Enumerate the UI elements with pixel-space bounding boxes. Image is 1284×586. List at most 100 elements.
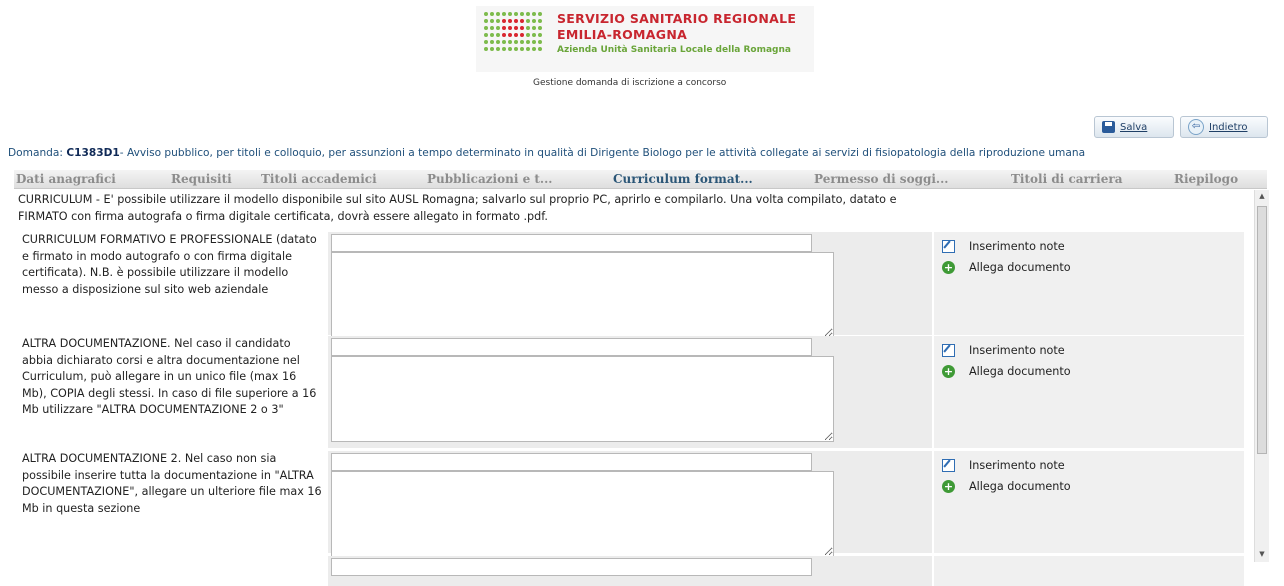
tab-titoli-accademici[interactable]: Titoli accademici (261, 170, 377, 188)
logo-dot (514, 33, 518, 37)
insert-note-label: Inserimento note (969, 344, 1065, 357)
plus-icon: + (942, 480, 955, 493)
attach-document-link[interactable]: + Allega documento (942, 480, 1071, 493)
form-content: CURRICULUM - E' possibile utilizzare il … (14, 190, 1252, 586)
section-filename-input[interactable] (331, 453, 812, 471)
edit-note-icon (942, 240, 955, 253)
logo-dot (514, 19, 518, 23)
logo-dot (520, 19, 524, 23)
tab-bar: Dati anagrafici Requisiti Titoli accadem… (14, 170, 1267, 189)
section-label: ALTRA DOCUMENTAZIONE. Nel caso il candid… (22, 337, 317, 416)
ausl-logo: SERVIZIO SANITARIO REGIONALE EMILIA-ROMA… (476, 6, 814, 72)
logo-dot (496, 33, 500, 37)
logo-dot (526, 47, 530, 51)
section-fields (328, 451, 932, 557)
section-label: ALTRA DOCUMENTAZIONE 2. Nel caso non sia… (22, 452, 322, 515)
save-button-label: Salva (1120, 121, 1148, 133)
logo-dot (484, 26, 488, 30)
back-button[interactable]: ⇦ Indietro (1180, 116, 1268, 138)
scroll-down-arrow-icon[interactable]: ▼ (1257, 550, 1267, 560)
logo-dot (532, 33, 536, 37)
logo-dot (496, 26, 500, 30)
logo-dot (526, 12, 530, 16)
logo-dot (520, 47, 524, 51)
curriculum-intro: CURRICULUM - E' possibile utilizzare il … (18, 193, 897, 223)
insert-note-label: Inserimento note (969, 459, 1065, 472)
section-actions: Inserimento note + Allega documento (934, 336, 1244, 448)
logo-dot (526, 19, 530, 23)
section-notes-textarea[interactable] (331, 471, 834, 557)
domanda-description: - Avviso pubblico, per titoli e colloqui… (119, 147, 1086, 159)
logo-dot (538, 26, 542, 30)
logo-dot (526, 40, 530, 44)
tab-riepilogo[interactable]: Riepilogo (1174, 170, 1238, 188)
logo-dot (514, 47, 518, 51)
logo-dot (490, 12, 494, 16)
logo-dot (532, 40, 536, 44)
section-fields (328, 232, 932, 338)
save-button[interactable]: Salva (1094, 116, 1174, 138)
logo-dot (484, 33, 488, 37)
scroll-up-arrow-icon[interactable]: ▲ (1257, 192, 1267, 202)
logo-dot (520, 40, 524, 44)
logo-dot (526, 26, 530, 30)
logo-dot (520, 26, 524, 30)
logo-dot (520, 33, 524, 37)
logo-dot (538, 47, 542, 51)
logo-dot (514, 40, 518, 44)
tab-titoli-di-carriera[interactable]: Titoli di carriera (1011, 170, 1122, 188)
logo-dot (532, 12, 536, 16)
logo-dot (538, 40, 542, 44)
attach-document-label: Allega documento (969, 480, 1071, 493)
insert-note-link[interactable]: Inserimento note (942, 459, 1065, 472)
insert-note-link[interactable]: Inserimento note (942, 240, 1065, 253)
tab-pubblicazioni[interactable]: Pubblicazioni e t... (427, 170, 552, 188)
attach-document-link[interactable]: + Allega documento (942, 261, 1071, 274)
logo-dot (514, 26, 518, 30)
tab-requisiti[interactable]: Requisiti (171, 170, 232, 188)
vertical-scrollbar[interactable]: ▲ ▼ (1254, 190, 1269, 562)
logo-dot (490, 26, 494, 30)
scrollbar-thumb[interactable] (1257, 206, 1267, 454)
back-arrow-icon: ⇦ (1188, 119, 1204, 135)
logo-dot (490, 19, 494, 23)
section-filename-input[interactable] (331, 558, 812, 576)
section-notes-textarea[interactable] (331, 356, 834, 442)
logo-dot (496, 40, 500, 44)
attach-document-label: Allega documento (969, 261, 1071, 274)
logo-dot (502, 47, 506, 51)
tab-permesso-di-soggiorno[interactable]: Permesso di soggi... (814, 170, 948, 188)
logo-dot (508, 47, 512, 51)
logo-dot (502, 33, 506, 37)
insert-note-label: Inserimento note (969, 240, 1065, 253)
section-notes-textarea[interactable] (331, 252, 834, 338)
logo-dot (520, 12, 524, 16)
section-fields (328, 336, 932, 448)
logo-dot (496, 12, 500, 16)
logo-dot (508, 33, 512, 37)
logo-dot (508, 12, 512, 16)
logo-dot (508, 19, 512, 23)
logo-dot (502, 40, 506, 44)
domanda-prefix: Domanda: (8, 147, 67, 159)
attach-document-link[interactable]: + Allega documento (942, 365, 1071, 378)
tab-curriculum[interactable]: Curriculum format... (613, 170, 753, 188)
logo-dot (502, 19, 506, 23)
logo-dot (502, 12, 506, 16)
logo-dot (538, 33, 542, 37)
logo-line-3: Azienda Unità Sanitaria Locale della Rom… (557, 45, 791, 55)
section-actions (934, 556, 1244, 586)
logo-dot (538, 12, 542, 16)
logo-dot (490, 40, 494, 44)
logo-dot (496, 19, 500, 23)
section-row: ALTRA DOCUMENTAZIONE 2. Nel caso non sia… (22, 451, 1244, 557)
tab-dati-anagrafici[interactable]: Dati anagrafici (16, 170, 116, 188)
logo-line-2: EMILIA-ROMAGNA (557, 27, 688, 42)
logo-dot (526, 33, 530, 37)
section-filename-input[interactable] (331, 234, 812, 252)
section-filename-input[interactable] (331, 338, 812, 356)
section-label: CURRICULUM FORMATIVO E PROFESSIONALE (da… (22, 233, 317, 296)
section-row: ALTRA DOCUMENTAZIONE. Nel caso il candid… (22, 336, 1244, 448)
attach-document-label: Allega documento (969, 365, 1071, 378)
insert-note-link[interactable]: Inserimento note (942, 344, 1065, 357)
